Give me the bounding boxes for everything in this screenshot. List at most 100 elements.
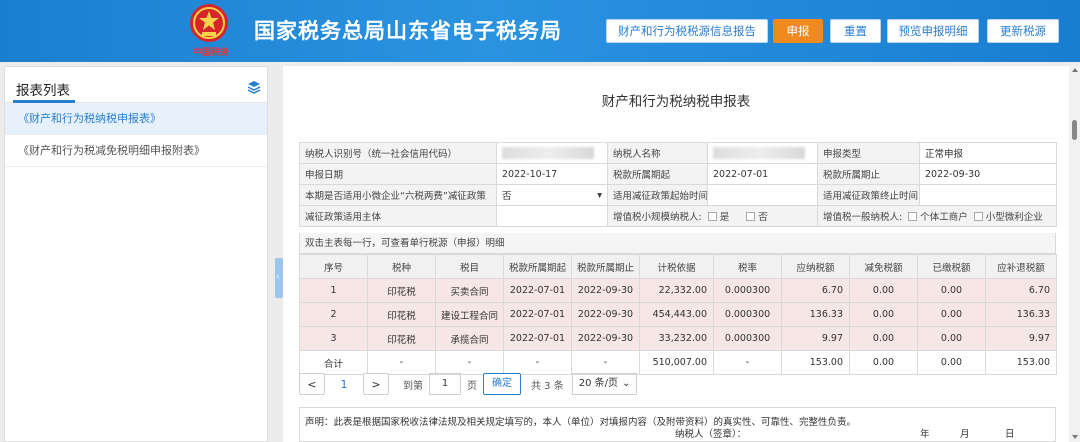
report-list-panel: 报表列表 《财产和行为税纳税申报表》 《财产和行为税减免税明细申报附表》 — [4, 66, 268, 442]
tax-source-report-button[interactable]: 财产和行为税税源信息报告 — [606, 19, 768, 43]
year-label: 年 — [920, 429, 930, 440]
goto-confirm-button[interactable]: 确定 — [483, 373, 521, 395]
cell: 0.00 — [917, 326, 986, 351]
page-unit-label: 页 — [467, 380, 477, 392]
cell: 510,007.00 — [639, 350, 714, 375]
table-row[interactable]: 3 印花税 承揽合同 2022-07-01 2022-09-30 33,232.… — [299, 326, 1057, 351]
cell: 22,332.00 — [639, 278, 714, 303]
page-size-select[interactable]: 20 条/页 ⌄ — [571, 373, 638, 395]
micro-enterprise-checkbox[interactable] — [973, 212, 983, 221]
cell: 454,443.00 — [639, 302, 714, 327]
cell: 3 — [299, 326, 368, 351]
declare-date-value: 2022-10-17 — [496, 163, 608, 185]
cell: 2022-07-01 — [503, 278, 572, 303]
vertical-scrollbar[interactable] — [1069, 66, 1080, 442]
form-title: 财产和行为税纳税申报表 — [601, 94, 751, 110]
cell: 9.97 — [985, 326, 1057, 351]
cell: 136.33 — [781, 302, 850, 327]
cell: 0.00 — [849, 302, 918, 327]
chevron-left-icon: ‹ — [276, 272, 280, 282]
vat-small-label: 增值税小规模纳税人: — [613, 212, 702, 223]
period-start-value: 2022-07-01 — [707, 163, 818, 185]
individual-label: 个体工商户 — [920, 212, 968, 223]
taxpayer-id-value — [496, 142, 608, 164]
vat-general-label: 增值税一般纳税人: — [823, 212, 903, 223]
double-click-hint: 双击主表每一行，可查看单行税源（申报）明细 — [299, 233, 1056, 254]
signer-label: 纳税人（签章）： — [675, 429, 747, 440]
cell: 0.00 — [849, 350, 918, 375]
micro-label: 小型微利企业 — [985, 212, 1043, 223]
prev-page-button[interactable]: < — [299, 373, 325, 395]
cell: 2022-09-30 — [571, 278, 640, 303]
cell: 136.33 — [985, 302, 1057, 327]
current-page[interactable]: 1 — [331, 378, 357, 391]
layers-icon[interactable] — [247, 80, 261, 94]
table-row[interactable]: 2 印花税 建设工程合同 2022-07-01 2022-09-30 454,4… — [299, 302, 1057, 327]
cell: 0.00 — [917, 278, 986, 303]
cell: 2022-07-01 — [503, 302, 572, 327]
cell: 1 — [299, 278, 368, 303]
individual-checkbox[interactable] — [908, 212, 918, 221]
cell: 承揽合同 — [435, 326, 504, 351]
vat-small-no-checkbox[interactable] — [746, 212, 756, 221]
cell: 买卖合同 — [435, 278, 504, 303]
reduce-end-label: 适用减征政策终止时间 — [817, 184, 920, 206]
preview-details-button[interactable]: 预览申报明细 — [887, 19, 979, 43]
cell: 印花税 — [367, 278, 436, 303]
cell: 0.00 — [849, 278, 918, 303]
scroll-up-icon[interactable] — [1072, 68, 1078, 72]
reset-button[interactable]: 重置 — [830, 19, 881, 43]
cell: - — [713, 350, 782, 375]
taxpayer-name-value — [707, 142, 818, 164]
yes-label: 是 — [719, 212, 730, 223]
reduce-start-label: 适用减征政策起始时间 — [607, 184, 708, 206]
next-page-button[interactable]: > — [363, 373, 389, 395]
declare-button[interactable]: 申报 — [773, 19, 823, 43]
small-policy-value: 否 — [502, 191, 512, 202]
total-count: 共 3 条 — [531, 380, 564, 392]
col-header: 税种 — [367, 254, 436, 279]
cell: - — [503, 350, 572, 375]
caret-down-icon: ▾ — [597, 189, 602, 201]
top-banner: 中国税务 国家税务总局山东省电子税务局 财产和行为税税源信息报告 申报 重置 预… — [0, 0, 1080, 62]
day-label: 日 — [1005, 429, 1015, 440]
table-header-row: 序号 税种 税目 税款所属期起 税款所属期止 计税依据 税率 应纳税额 减免税额… — [299, 254, 1057, 279]
table-row[interactable]: 1 印花税 买卖合同 2022-07-01 2022-09-30 22,332.… — [299, 278, 1057, 303]
col-header: 税率 — [713, 254, 782, 279]
scroll-down-icon[interactable] — [1072, 435, 1078, 439]
period-end-value: 2022-09-30 — [919, 163, 1057, 185]
sidebar-item-main-form[interactable]: 《财产和行为税纳税申报表》 — [5, 103, 267, 135]
month-label: 月 — [960, 429, 970, 440]
sidebar-item-exemption-schedule[interactable]: 《财产和行为税减免税明细申报附表》 — [5, 135, 267, 167]
chevron-down-icon: ⌄ — [622, 378, 631, 389]
small-policy-select[interactable]: 否 ▾ — [496, 184, 608, 206]
small-policy-label: 本期是否适用小微企业“六税两费”减征政策 — [299, 184, 497, 206]
cell: 合计 — [299, 350, 368, 375]
cell: - — [435, 350, 504, 375]
cell: 6.70 — [781, 278, 850, 303]
title-underline — [13, 100, 75, 103]
vat-general-taxpayer-field: 增值税一般纳税人: 个体工商户 小型微利企业 — [817, 205, 1057, 227]
declaration-box: 声明：此表是根据国家税收法律法规及相关规定填写的，本人（单位）对填报内容（及附带… — [299, 407, 1056, 442]
cell: 印花税 — [367, 326, 436, 351]
sidebar-collapse-handle[interactable]: ‹ — [275, 258, 283, 298]
cell: 2022-09-30 — [571, 302, 640, 327]
scroll-thumb[interactable] — [1072, 120, 1077, 140]
col-header: 税款所属期起 — [503, 254, 572, 279]
vat-small-taxpayer-field: 增值税小规模纳税人: 是 否 — [607, 205, 818, 227]
redacted-value — [502, 147, 594, 159]
col-header: 税款所属期止 — [571, 254, 640, 279]
col-header: 应纳税额 — [781, 254, 850, 279]
vat-small-yes-checkbox[interactable] — [707, 212, 717, 221]
cell: 0.000300 — [713, 302, 782, 327]
update-source-button[interactable]: 更新税源 — [987, 19, 1059, 43]
goto-page-input[interactable]: 1 — [429, 373, 461, 395]
total-row: 合计 - - - - 510,007.00 - 153.00 0.00 0.00… — [299, 350, 1057, 375]
cell: 153.00 — [781, 350, 850, 375]
cell: 6.70 — [985, 278, 1057, 303]
col-header: 序号 — [299, 254, 368, 279]
pagination: < 1 > 到第 1 页 确定 共 3 条 20 条/页 ⌄ — [299, 373, 638, 395]
form-area: 财产和行为税纳税申报表 纳税人识别号（统一社会信用代码） 纳税人名称 申报类型 … — [283, 66, 1069, 442]
col-header: 减免税额 — [849, 254, 918, 279]
cell: 建设工程合同 — [435, 302, 504, 327]
